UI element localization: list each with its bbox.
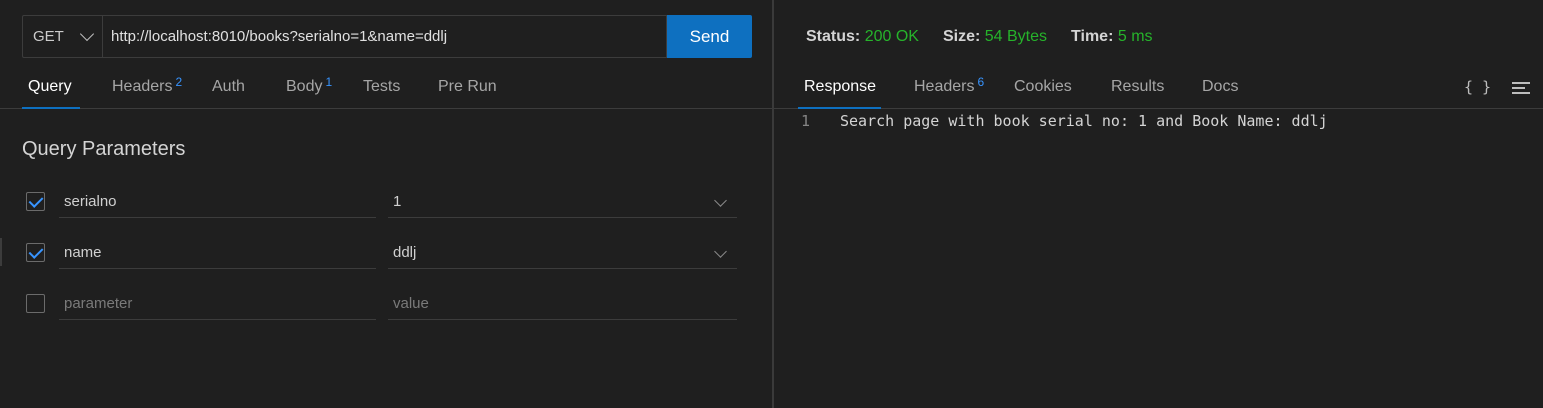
tab-cookies[interactable]: Cookies — [1014, 78, 1072, 96]
active-tab-indicator — [798, 107, 881, 109]
tab-body[interactable]: Body 1 — [286, 75, 333, 96]
tab-label: Headers — [914, 78, 975, 95]
param-value-input[interactable]: 1 — [388, 186, 737, 218]
tab-response[interactable]: Response — [804, 78, 876, 96]
size-value: 54 Bytes — [984, 28, 1048, 45]
tab-results[interactable]: Results — [1111, 78, 1164, 96]
param-value-input[interactable]: ddlj — [388, 237, 737, 269]
thunder-client-window: GET http://localhost:8010/books?serialno… — [0, 0, 1543, 408]
tab-headers[interactable]: Headers 2 — [112, 75, 183, 96]
param-enabled-checkbox[interactable] — [26, 294, 45, 313]
time-value: 5 ms — [1117, 28, 1153, 45]
tab-badge: 6 — [977, 75, 985, 89]
param-name-input[interactable]: serialno — [59, 186, 376, 218]
time-label: Time: — [1071, 28, 1114, 45]
wrap-lines-icon[interactable] — [1512, 82, 1530, 94]
tab-tests[interactable]: Tests — [363, 78, 400, 96]
tab-label: Auth — [212, 78, 245, 95]
tab-label: Query — [28, 78, 72, 95]
size-label: Size: — [942, 28, 981, 45]
size-item: Size: 54 Bytes — [943, 28, 1047, 46]
url-bar: GET http://localhost:8010/books?serialno… — [22, 15, 752, 58]
tab-label: Pre Run — [438, 78, 497, 95]
status-value: 200 OK — [864, 28, 919, 45]
tab-label: Cookies — [1014, 78, 1072, 95]
tab-badge: 2 — [175, 75, 183, 89]
tab-response-headers[interactable]: Headers 6 — [914, 75, 985, 96]
response-status-bar: Status: 200 OK Size: 54 Bytes Time: 5 ms — [806, 28, 1153, 46]
request-tabs: Query Headers 2 Auth Body 1 Tests Pre Run — [0, 70, 772, 109]
chevron-down-icon[interactable] — [714, 194, 727, 207]
status-item: Status: 200 OK — [806, 28, 919, 46]
send-button[interactable]: Send — [667, 15, 752, 58]
tab-pre-run[interactable]: Pre Run — [438, 78, 497, 96]
tab-auth[interactable]: Auth — [212, 78, 245, 96]
response-line: Search page with book serial no: 1 and B… — [840, 112, 1328, 130]
query-param-row-new: parameter value — [0, 288, 772, 330]
param-name-input[interactable]: name — [59, 237, 376, 269]
query-param-row: serialno 1 — [0, 186, 772, 228]
param-value-input[interactable]: value — [388, 288, 737, 320]
param-name-input[interactable]: parameter — [59, 288, 376, 320]
param-value-text: 1 — [393, 193, 402, 210]
url-input[interactable]: http://localhost:8010/books?serialno=1&n… — [102, 15, 667, 58]
tab-label: Docs — [1202, 78, 1239, 95]
status-label: Status: — [806, 28, 861, 45]
tab-badge: 1 — [325, 75, 333, 89]
param-value-text: ddlj — [393, 244, 417, 261]
tab-label: Tests — [363, 78, 401, 95]
tab-label: Results — [1111, 78, 1165, 95]
param-enabled-checkbox[interactable] — [26, 192, 45, 211]
query-param-row: name ddlj — [0, 237, 772, 279]
tab-docs[interactable]: Docs — [1202, 78, 1238, 96]
tab-label: Headers — [112, 78, 173, 95]
active-tab-indicator — [22, 107, 80, 109]
tab-query[interactable]: Query — [28, 78, 72, 96]
method-select[interactable]: GET — [22, 15, 102, 58]
request-panel: GET http://localhost:8010/books?serialno… — [0, 0, 772, 408]
chevron-down-icon — [79, 26, 95, 42]
response-tabs: Response Headers 6 Cookies Results Docs {… — [774, 70, 1543, 109]
tab-label: Response — [804, 78, 877, 95]
line-number: 1 — [801, 112, 811, 130]
time-item: Time: 5 ms — [1071, 28, 1153, 46]
response-panel: Status: 200 OK Size: 54 Bytes Time: 5 ms… — [774, 0, 1543, 408]
section-title: Query Parameters — [22, 138, 186, 160]
param-enabled-checkbox[interactable] — [26, 243, 45, 262]
method-label: GET — [33, 28, 64, 45]
chevron-down-icon[interactable] — [714, 245, 727, 258]
format-json-icon[interactable]: { } — [1464, 78, 1491, 96]
tab-label: Body — [286, 78, 323, 95]
